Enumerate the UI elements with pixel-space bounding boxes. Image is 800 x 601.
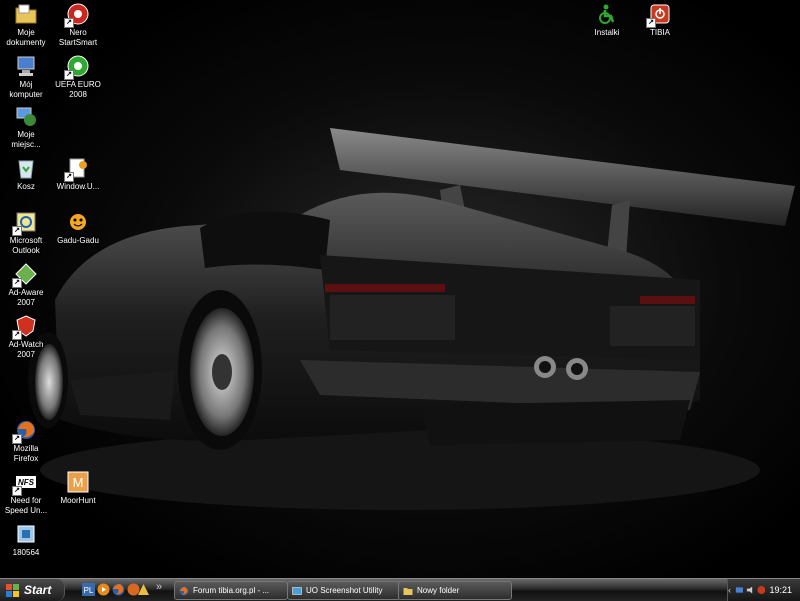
installer-icon	[14, 522, 38, 546]
desktop-icon-kosz[interactable]: Kosz	[0, 156, 52, 192]
desktop-icon-window-u[interactable]: ↗ Window.U...	[52, 156, 104, 192]
desktop-icon-label: Microsoft Outlook	[9, 236, 43, 255]
desktop-icon-label: 180564	[12, 548, 40, 557]
screenshot-app-icon	[292, 586, 302, 595]
tray-clock[interactable]: 19:21	[769, 585, 792, 595]
shortcut-arrow-icon: ↗	[64, 70, 74, 80]
shortcut-arrow-icon: ↗	[12, 278, 22, 288]
shortcut-arrow-icon: ↗	[12, 330, 22, 340]
desktop-icon-microsoft-outlook[interactable]: ↗ Microsoft Outlook	[0, 210, 52, 256]
desktop-icon-label: UEFA EURO 2008	[55, 80, 101, 99]
desktop-icon-label: Moje dokumenty	[6, 28, 46, 47]
start-label: Start	[24, 583, 52, 597]
tray-network-icon[interactable]	[735, 585, 744, 595]
desktop-icon-moorhunt[interactable]: M MoorHunt	[52, 470, 104, 506]
svg-text:M: M	[73, 475, 84, 490]
recycle-bin-icon	[14, 156, 38, 180]
football-icon: ↗	[64, 54, 90, 80]
desktop-icon-moj-komputer[interactable]: Mój komputer	[0, 54, 52, 100]
desktop-icon-need-for-speed[interactable]: NFS ↗ Need for Speed Un...	[0, 470, 52, 516]
moorhunt-icon: M	[66, 470, 90, 494]
desktop-icon-label: TIBIA	[649, 28, 670, 37]
gadu-gadu-icon	[66, 210, 90, 234]
desktop-icon-label: MoorHunt	[60, 496, 96, 505]
window-utility-icon: ↗	[64, 156, 90, 182]
desktop-icon-nero-startsmart[interactable]: ↗ Nero StartSmart	[52, 2, 104, 48]
folder-documents-icon	[14, 2, 38, 26]
desktop-icon-ad-watch-2007[interactable]: ↗ Ad-Watch 2007	[0, 314, 52, 360]
accessibility-icon	[595, 2, 619, 26]
shortcut-arrow-icon: ↗	[64, 18, 74, 28]
desktop-icon-moje-dokumenty[interactable]: Moje dokumenty	[0, 2, 52, 48]
quick-launch-pl-icon[interactable]: PL	[82, 583, 95, 596]
taskbar: Start PL » Forum tibia.org.pl - ... UO S…	[0, 578, 800, 601]
desktop-icon-label: Moje miejsc...	[11, 130, 41, 149]
computer-icon	[14, 54, 38, 78]
quick-launch-app-icon[interactable]	[137, 583, 150, 596]
shortcut-arrow-icon: ↗	[12, 226, 22, 236]
quick-launch-media-player-icon[interactable]	[97, 583, 110, 596]
desktop-icon-instalki[interactable]: Instalki	[581, 2, 633, 38]
desktop-icon-label: Nero StartSmart	[58, 28, 98, 47]
desktop-icon-label: Mozilla Firefox	[13, 444, 39, 463]
taskbar-task-label: Nowy folder	[417, 586, 460, 595]
tray-security-icon[interactable]	[757, 585, 766, 595]
svg-text:PL: PL	[84, 586, 94, 595]
taskbar-task-forum[interactable]: Forum tibia.org.pl - ...	[174, 581, 288, 600]
quick-launch-firefox-icon[interactable]	[112, 583, 125, 596]
shortcut-arrow-icon: ↗	[12, 434, 22, 444]
shortcut-arrow-icon: ↗	[12, 486, 22, 496]
wallpaper-car	[0, 0, 800, 578]
taskbar-task-label: Forum tibia.org.pl - ...	[193, 586, 270, 595]
taskbar-task-nowy-folder[interactable]: Nowy folder	[398, 581, 512, 600]
windows-flag-icon	[6, 583, 19, 597]
desktop-icon-label: Mój komputer	[9, 80, 43, 99]
system-tray: ‹ 19:21	[727, 579, 800, 601]
desktop-icon-ad-aware-2007[interactable]: ↗ Ad-Aware 2007	[0, 262, 52, 308]
desktop-icon-mozilla-firefox[interactable]: ↗ Mozilla Firefox	[0, 418, 52, 464]
firefox-icon	[179, 586, 189, 595]
desktop-icon-label: Ad-Watch 2007	[8, 340, 44, 359]
taskbar-task-label: UO Screenshot Utility	[306, 586, 383, 595]
desktop-icon-label: Ad-Aware 2007	[8, 288, 44, 307]
tibia-icon: ↗	[646, 2, 672, 28]
firefox-icon: ↗	[12, 418, 38, 444]
ad-aware-icon: ↗	[12, 262, 38, 288]
start-button[interactable]: Start	[0, 579, 65, 601]
quick-launch-overflow-chevron[interactable]: »	[156, 581, 169, 594]
tray-expand-chevron-icon[interactable]: ‹	[728, 585, 731, 595]
desktop-icon-moje-miejsca[interactable]: Moje miejsc...	[0, 104, 52, 150]
desktop-icon-180564[interactable]: 180564	[0, 522, 52, 558]
nfs-icon: NFS ↗	[12, 470, 38, 496]
desktop-icon-label: Kosz	[17, 182, 35, 191]
outlook-icon: ↗	[12, 210, 38, 236]
tray-volume-icon[interactable]	[746, 585, 755, 595]
desktop: Moje dokumenty ↗ Nero StartSmart Mój kom…	[0, 0, 800, 578]
desktop-icon-tibia[interactable]: ↗ TIBIA	[634, 2, 686, 38]
taskbar-task-uo-screenshot[interactable]: UO Screenshot Utility	[287, 581, 401, 600]
desktop-icon-label: Gadu-Gadu	[57, 236, 99, 245]
desktop-icon-label: Instalki	[594, 28, 620, 37]
ad-watch-icon: ↗	[12, 314, 38, 340]
shortcut-arrow-icon: ↗	[64, 172, 74, 182]
desktop-icon-gadu-gadu[interactable]: Gadu-Gadu	[52, 210, 104, 246]
desktop-icon-uefa-euro-2008[interactable]: ↗ UEFA EURO 2008	[52, 54, 104, 100]
network-places-icon	[14, 104, 38, 128]
desktop-icon-label: Window.U...	[56, 182, 100, 191]
folder-icon	[403, 587, 413, 595]
nero-icon: ↗	[64, 2, 90, 28]
shortcut-arrow-icon: ↗	[646, 18, 656, 28]
desktop-icon-label: Need for Speed Un...	[4, 496, 48, 515]
